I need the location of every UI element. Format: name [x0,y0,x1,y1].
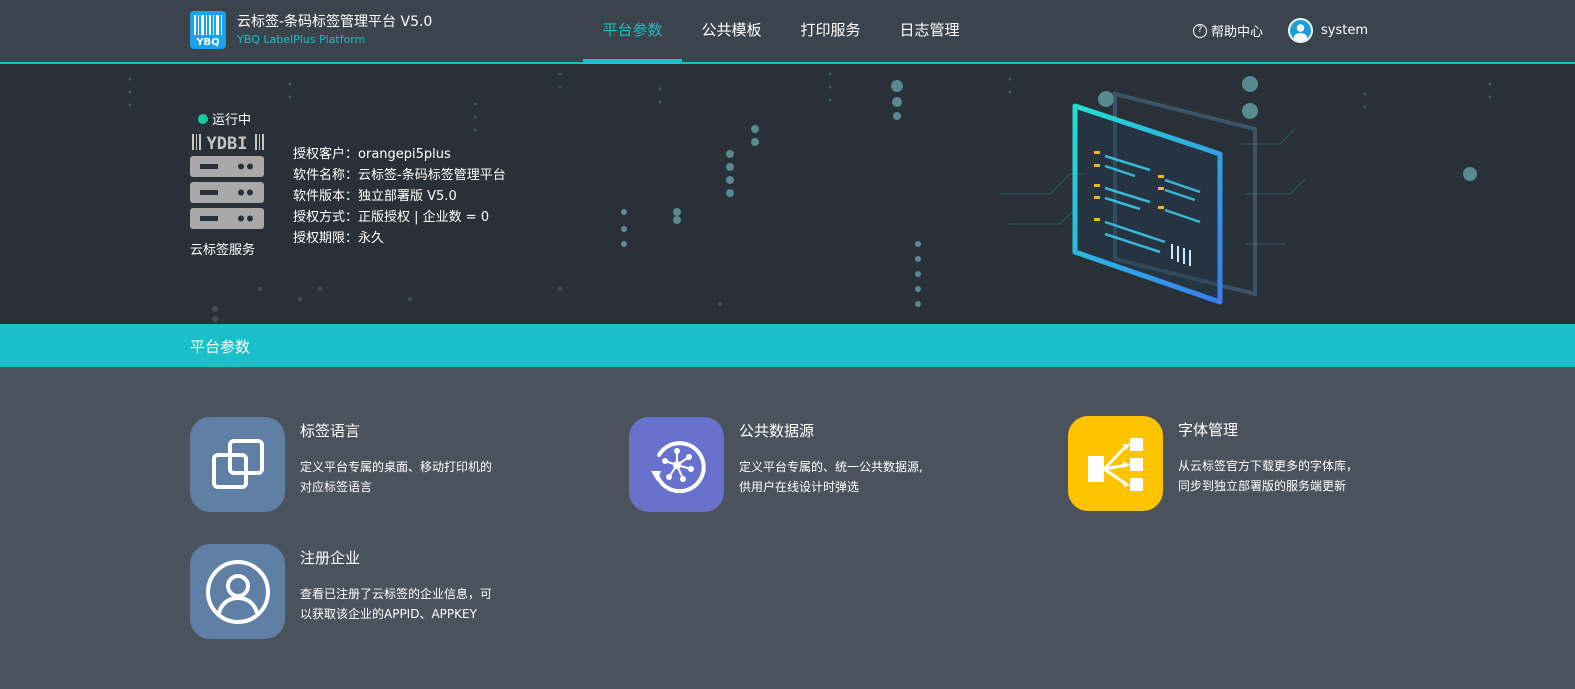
app-subtitle: YBQ LabelPlus Platform [237,33,366,46]
avatar-icon [1288,18,1313,43]
license-info: 授权客户：orangepi5plus 软件名称：云标签-条码标签管理平台 软件版… [293,144,506,249]
card-description: 从云标签官方下载更多的字体库， 同步到独立部署版的服务端更新 [1178,459,1359,493]
user-menu[interactable]: system [1288,18,1368,43]
card-public-data-source[interactable]: 公共数据源 定义平台专属的、统一公共数据源,供用户在线设计时弹选 [629,417,939,517]
app-title: 云标签-条码标签管理平台 V5.0 [237,14,433,30]
nav-tab-log-management[interactable]: 日志管理 [880,0,979,62]
ybq-logo-icon[interactable]: YBQ [190,11,226,49]
card-label-language[interactable]: 标签语言 定义平台专属的桌面、移动打印机的对应标签语言 [190,417,500,517]
card-icon-tile [629,417,724,512]
main-nav: 平台参数 公共模板 打印服务 日志管理 [583,0,979,62]
info-row-license-type: 授权方式：正版授权 | 企业数 = 0 [293,210,490,225]
nav-tab-public-templates[interactable]: 公共模板 [682,0,781,62]
card-icon-tile [190,544,285,639]
card-font-management[interactable]: 字体管理 从云标签官方下载更多的字体库， 同步到独立部署版的服务端更新 [1068,416,1378,516]
copy-squares-icon [211,438,264,489]
section-header: 平台参数 [0,324,1575,367]
status-label: 运行中 [212,113,252,128]
card-description: 查看已注册了云标签的企业信息，可以获取该企业的APPID、APPKEY [300,587,493,621]
info-row-version: 软件版本：独立部署版 V5.0 [293,189,457,204]
section-title: 平台参数 [190,338,251,356]
card-icon-tile [1068,416,1163,511]
status-running: 运行中 [198,109,251,128]
server-label: 云标签服务 [190,243,256,258]
logo-text: YBQ [195,37,219,48]
user-circle-icon [205,559,270,624]
username-label: system [1321,23,1368,38]
server-logo-text: YDBI [207,134,248,154]
font-tree-icon [1087,437,1143,491]
card-title: 公共数据源 [739,422,815,440]
card-description: 定义平台专属的、统一公共数据源,供用户在线设计时弹选 [739,460,923,494]
card-description: 定义平台专属的桌面、移动打印机的对应标签语言 [300,460,493,494]
server-icon: YDBI [190,134,264,229]
card-registered-enterprises[interactable]: 注册企业 查看已注册了云标签的企业信息，可以获取该企业的APPID、APPKEY [190,544,500,644]
card-title: 标签语言 [300,422,361,440]
info-row-software-name: 软件名称：云标签-条码标签管理平台 [293,168,506,183]
nav-tab-print-service[interactable]: 打印服务 [781,0,880,62]
help-center-link[interactable]: ? 帮助中心 [1193,21,1263,40]
status-dot-icon [198,113,208,124]
help-center-label: 帮助中心 [1211,25,1264,40]
card-title: 字体管理 [1178,421,1239,439]
top-header: YBQ 云标签-条码标签管理平台 V5.0 YBQ LabelPlus Plat… [0,0,1575,64]
hero-banner: 运行中 YDBI 云标签服务 授权客户：orangepi5plus 软件名称：云… [0,64,1575,324]
info-row-customer: 授权客户：orangepi5plus [293,147,451,162]
card-icon-tile [190,417,285,512]
card-title: 注册企业 [300,549,361,567]
info-row-license-term: 授权期限：永久 [293,231,385,246]
help-circle-icon: ? [1193,23,1207,38]
nav-tab-platform-params[interactable]: 平台参数 [583,0,682,62]
dashboard-illustration [1000,91,1306,305]
data-source-icon [650,440,706,493]
